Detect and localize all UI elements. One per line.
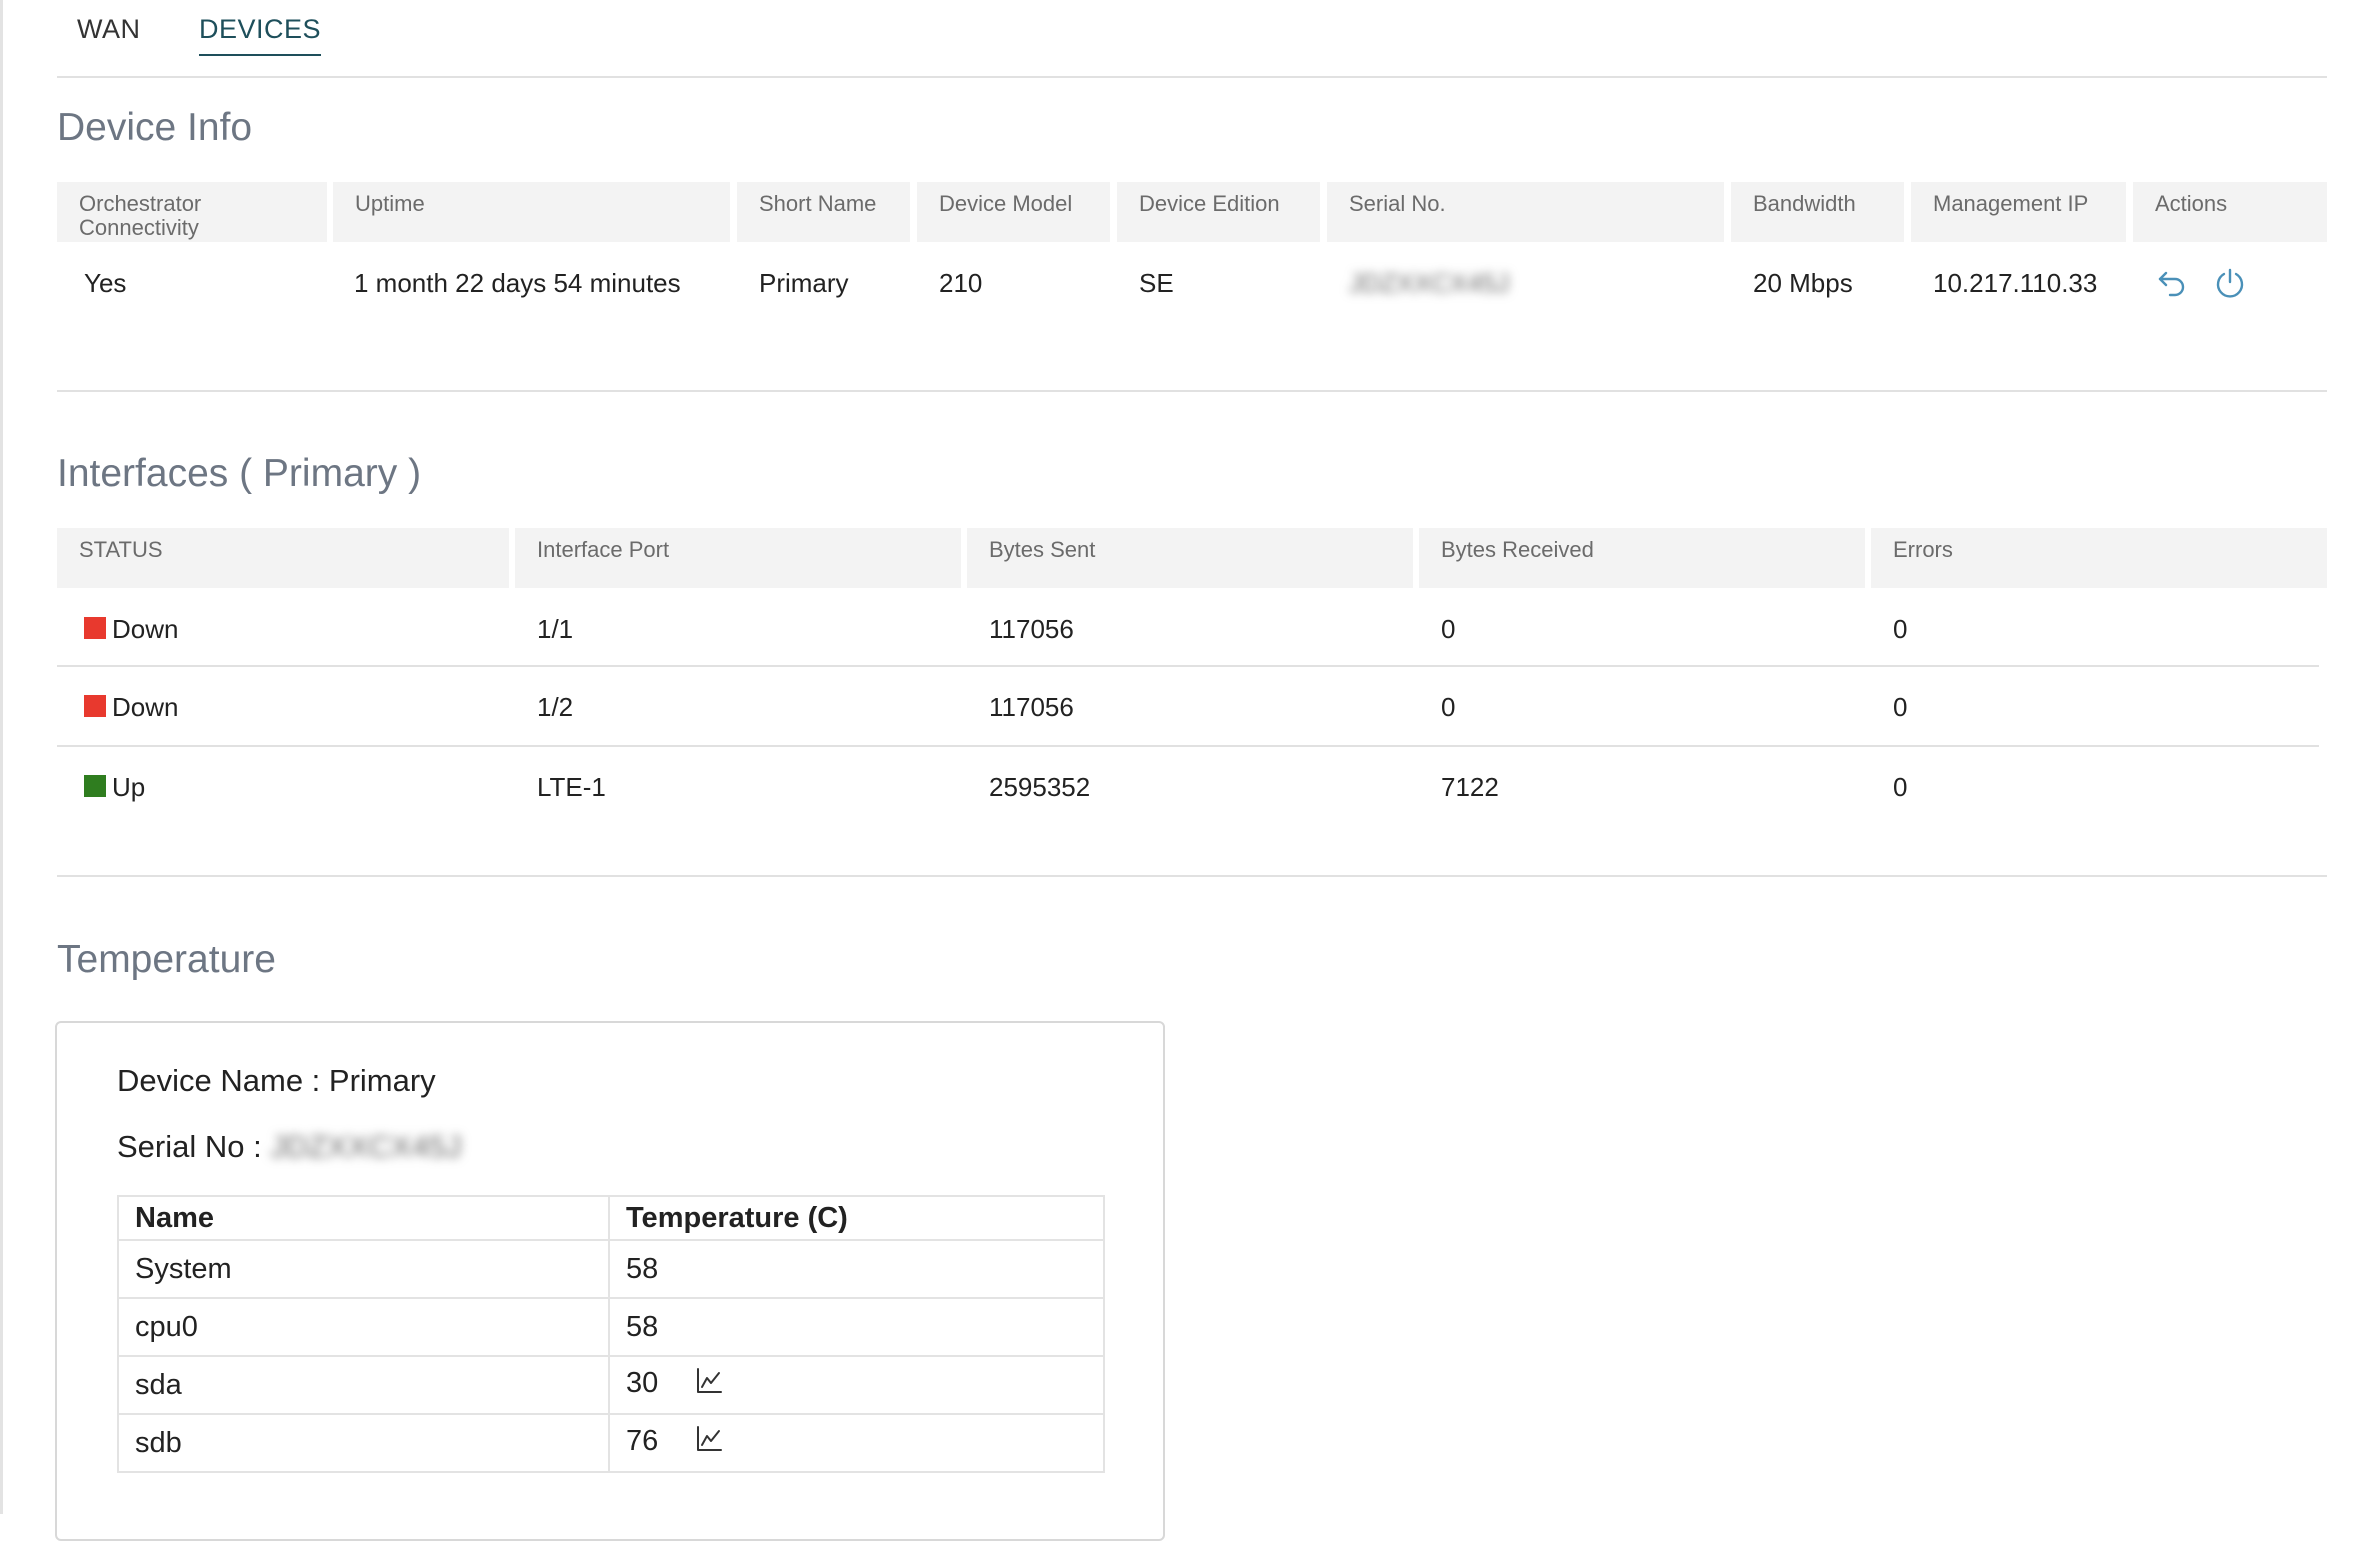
row-separator [57,665,2319,667]
header-uptime: Uptime [333,182,730,242]
sensor-temperature: 58 [608,1239,1105,1299]
sensor-temperature-cell: 76 [608,1413,1105,1473]
header-serial-no: Serial No. [1327,182,1724,242]
interface-bytes-received: 7122 [1441,772,1499,802]
header-management-ip: Management IP [1911,182,2126,242]
tab-devices-label: DEVICES [199,14,322,44]
sensor-name: sdb [117,1413,610,1473]
temperature-table: Name Temperature (C) System 58 cpu0 58 s… [117,1195,1105,1473]
serial-no-line: Serial No : JDZXXCX45J [117,1129,462,1165]
sensor-temperature: 76 [626,1425,659,1457]
table-row: cpu0 58 [117,1297,1105,1357]
sensor-name: cpu0 [117,1297,610,1357]
temperature-title: Temperature [57,938,276,981]
interface-errors: 0 [1893,614,1908,644]
cell-serial-no: JDZXXCX45J [1349,268,1510,298]
line-chart-icon[interactable] [694,1366,724,1404]
serial-no-label: Serial No : [117,1129,262,1164]
power-icon[interactable] [2213,266,2247,305]
interface-port: LTE-1 [537,772,606,802]
cell-short-name: Primary [759,268,849,298]
serial-no-value: JDZXXCX45J [270,1129,462,1164]
interface-status: Down [84,692,178,723]
sensor-temperature-cell: 30 [608,1355,1105,1415]
header-temperature: Temperature (C) [608,1195,1105,1241]
header-device-model: Device Model [917,182,1110,242]
header-device-edition: Device Edition [1117,182,1320,242]
tab-wan[interactable]: WAN [77,14,141,45]
device-info-divider [57,390,2327,392]
interface-status-label: Down [112,614,179,644]
interface-port: 1/1 [537,614,574,644]
interface-bytes-sent: 117056 [989,692,1074,722]
temperature-card: Device Name : Primary Serial No : JDZXXC… [55,1021,1165,1541]
table-header-row: Name Temperature (C) [117,1195,1105,1241]
status-down-indicator [84,617,106,639]
header-interface-port: Interface Port [515,528,961,588]
header-bytes-sent: Bytes Sent [967,528,1413,588]
interface-status-label: Up [112,772,146,802]
header-short-name: Short Name [737,182,910,242]
tab-devices[interactable]: DEVICES [199,14,322,56]
interface-bytes-sent: 2595352 [989,772,1091,802]
interface-port: 1/2 [537,692,574,722]
interface-errors: 0 [1893,772,1908,802]
interface-errors: 0 [1893,692,1908,722]
status-up-indicator [84,775,106,797]
row-separator [57,745,2319,747]
sensor-name: System [117,1239,610,1299]
status-down-indicator [84,695,106,717]
tab-active-underline [199,54,322,56]
sensor-temperature: 30 [626,1367,659,1399]
sensor-name: sda [117,1355,610,1415]
interface-status: Up [84,772,145,803]
interface-status: Down [84,614,178,645]
interface-bytes-received: 0 [1441,692,1456,722]
header-name: Name [117,1195,610,1241]
tab-bar: WAN DEVICES [57,0,2327,78]
table-row: sdb 76 [117,1413,1105,1473]
interface-bytes-received: 0 [1441,614,1456,644]
header-errors: Errors [1871,528,2327,588]
cell-device-model: 210 [939,268,983,298]
device-info-title: Device Info [57,106,253,149]
table-row: sda 30 [117,1355,1105,1415]
header-bandwidth: Bandwidth [1731,182,1904,242]
interfaces-divider [57,875,2327,877]
header-bytes-received: Bytes Received [1419,528,1865,588]
cell-device-edition: SE [1139,268,1174,298]
devices-page: WAN DEVICES Device Info Orchestrator Con… [0,0,2372,1541]
table-row: System 58 [117,1239,1105,1299]
line-chart-icon[interactable] [694,1424,724,1462]
interface-status-label: Down [112,692,179,722]
cell-connectivity: Yes [84,268,127,298]
cell-management-ip: 10.217.110.33 [1933,268,2098,298]
header-orchestrator-connectivity: Orchestrator Connectivity [57,182,327,242]
header-status: STATUS [57,528,509,588]
cell-uptime: 1 month 22 days 54 minutes [354,268,681,298]
header-actions: Actions [2133,182,2327,242]
sensor-temperature: 58 [608,1297,1105,1357]
interfaces-title: Interfaces ( Primary ) [57,452,422,495]
device-name-label: Device Name : Primary [117,1063,436,1098]
cell-bandwidth: 20 Mbps [1753,268,1853,298]
interface-bytes-sent: 117056 [989,614,1074,644]
undo-icon[interactable] [2155,266,2189,305]
